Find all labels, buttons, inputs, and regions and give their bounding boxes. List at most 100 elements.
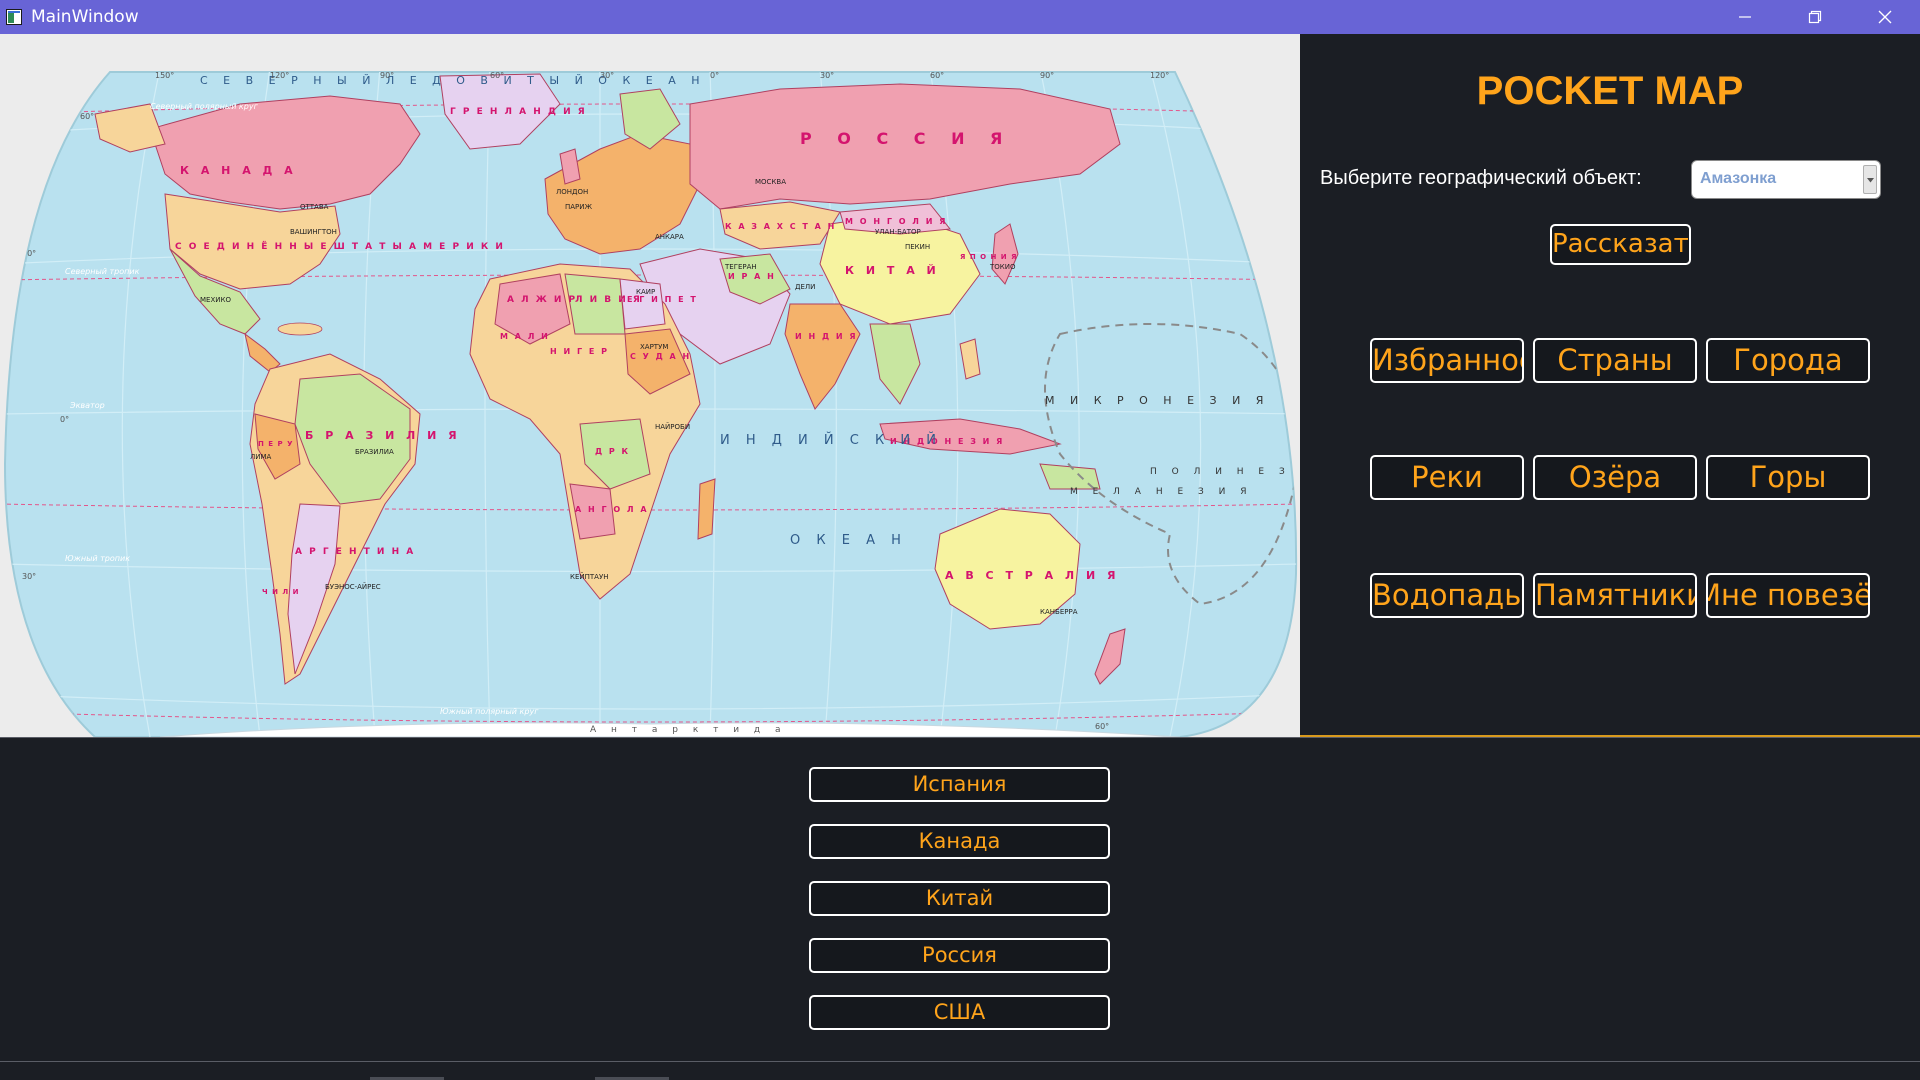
- label-cairo: КАИР: [636, 288, 655, 296]
- label-russia: Р О С С И Я: [800, 129, 1012, 148]
- label-nairobi: НАЙРОБИ: [655, 422, 690, 431]
- results-list-panel: Испания Канада Китай Россия США: [0, 737, 1920, 1062]
- label-cape-town: КЕЙПТАУН: [570, 572, 609, 581]
- world-map-view[interactable]: К А Н А Д А С О Е Д И Н Ё Н Н Ы Е Ш Т А …: [0, 34, 1300, 737]
- label-lat-0: 0°: [60, 415, 69, 424]
- label-egypt: Е Г И П Е Т: [627, 295, 698, 304]
- label-lat-60s: 60°: [1095, 722, 1109, 731]
- label-lon-1: 150°: [155, 71, 174, 80]
- label-brazil: Б Р А З И Л И Я: [305, 429, 461, 442]
- label-paris: ПАРИЖ: [565, 203, 593, 211]
- label-japan: Я П О Н И Я: [960, 253, 1018, 261]
- geo-object-select-value: Амазонка: [1700, 170, 1777, 187]
- label-lon-8: 60°: [930, 71, 944, 80]
- political-world-map-image: К А Н А Д А С О Е Д И Н Ё Н Н Ы Е Ш Т А …: [3, 71, 1300, 737]
- label-india: И Н Д И Я: [795, 332, 858, 341]
- label-ottawa: ОТТАВА: [300, 203, 329, 211]
- window-titlebar[interactable]: MainWindow: [0, 0, 1920, 34]
- maximize-button[interactable]: [1780, 0, 1850, 34]
- app-window-icon: [6, 9, 22, 25]
- tell-button[interactable]: Рассказать: [1550, 224, 1691, 265]
- label-tropic-north: Северный тропик: [65, 267, 140, 276]
- label-beijing: ПЕКИН: [905, 243, 930, 251]
- label-moscow: МОСКВА: [755, 178, 786, 186]
- status-bar: [0, 1062, 1920, 1080]
- label-lon-3: 90°: [380, 71, 394, 80]
- label-chile: Ч И Л И: [262, 588, 300, 596]
- list-item-china[interactable]: Китай: [809, 881, 1110, 916]
- label-antarctic-circle: Южный полярный круг: [440, 707, 539, 716]
- label-angola: А Н Г О Л А: [575, 505, 649, 514]
- geo-object-select[interactable]: Амазонка: [1691, 160, 1881, 199]
- label-sudan: С У Д А Н: [630, 352, 691, 361]
- list-item-canada[interactable]: Канада: [809, 824, 1110, 859]
- label-lon-5: 30°: [600, 71, 614, 80]
- favorites-button[interactable]: Избранное: [1370, 338, 1524, 383]
- mountains-button[interactable]: Горы: [1706, 455, 1870, 500]
- label-tehran: ТЕГЕРАН: [724, 263, 757, 271]
- label-canberra: КАНБЕРРА: [1040, 608, 1078, 616]
- label-drc: Д Р К: [595, 447, 630, 456]
- minimize-icon: [1739, 16, 1751, 18]
- label-lon-4: 60°: [490, 71, 504, 80]
- waterfalls-button[interactable]: Водопады: [1370, 573, 1524, 618]
- label-lon-7: 30°: [820, 71, 834, 80]
- label-buenos-aires: БУЭНОС-АЙРЕС: [325, 582, 381, 591]
- label-indian-ocean: И Н Д И Й С К И Й: [720, 432, 942, 448]
- label-greenland: Г Р Е Н Л А Н Д И Я: [450, 107, 587, 117]
- maximize-icon: [1808, 10, 1822, 24]
- label-brasilia: БРАЗИЛИА: [355, 448, 394, 456]
- label-argentina: А Р Г Е Н Т И Н А: [295, 547, 415, 557]
- control-panel: POCKET MAP Выберите географический объек…: [1300, 34, 1920, 738]
- label-lon-6: 0°: [710, 71, 719, 80]
- madagascar-shape: [697, 478, 716, 540]
- minimize-button[interactable]: [1710, 0, 1780, 34]
- lakes-button[interactable]: Озёра: [1533, 455, 1697, 500]
- label-london: ЛОНДОН: [556, 188, 588, 196]
- monuments-button[interactable]: Памятники: [1533, 573, 1697, 618]
- label-mali: М А Л И: [500, 332, 550, 341]
- label-china: К И Т А Й: [845, 264, 940, 277]
- label-canada: К А Н А Д А: [180, 164, 297, 177]
- label-delhi: ДЕЛИ: [795, 283, 815, 291]
- label-micronesia: М И К Р О Н Е З И Я: [1045, 394, 1269, 407]
- label-polynesia: П О Л И Н Е З И Я: [1150, 467, 1300, 477]
- countries-button[interactable]: Страны: [1533, 338, 1697, 383]
- label-lat-30s: 30°: [22, 572, 36, 581]
- rivers-button[interactable]: Реки: [1370, 455, 1524, 500]
- label-ankara: АНКАРА: [655, 233, 684, 241]
- dropdown-arrow-button[interactable]: [1863, 165, 1877, 194]
- label-tropic-south: Южный тропик: [65, 554, 130, 563]
- label-mongolia: М О Н Г О Л И Я: [845, 217, 947, 226]
- label-arctic-circle: Северный полярный круг: [150, 102, 259, 111]
- cities-button[interactable]: Города: [1706, 338, 1870, 383]
- label-niger: Н И Г Е Р: [550, 347, 609, 356]
- app-title: POCKET MAP: [1476, 69, 1744, 113]
- label-washington: ВАШИНГТОН: [290, 228, 337, 236]
- label-lima: ЛИМА: [250, 453, 272, 461]
- label-khartoum: ХАРТУМ: [640, 343, 668, 351]
- window-title: MainWindow: [31, 7, 139, 27]
- list-item-usa[interactable]: США: [809, 995, 1110, 1030]
- label-lon-10: 120°: [1150, 71, 1169, 80]
- close-icon: [1878, 10, 1892, 24]
- label-lon-9: 90°: [1040, 71, 1054, 80]
- list-item-spain[interactable]: Испания: [809, 767, 1110, 802]
- label-algeria: А Л Ж И Р: [507, 295, 577, 305]
- select-label: Выберите географический объект:: [1320, 167, 1642, 189]
- label-melanesia: М Е Л А Н Е З И Я: [1070, 487, 1252, 497]
- label-equator: Экватор: [69, 401, 105, 410]
- label-australia: А В С Т Р А Л И Я: [945, 569, 1120, 582]
- close-button[interactable]: [1850, 0, 1920, 34]
- chevron-down-icon: [1867, 178, 1874, 183]
- label-mexico-city: МЕХИКО: [200, 296, 231, 304]
- label-peru: П Е Р У: [258, 440, 293, 448]
- label-lat-60n: 60°: [80, 112, 94, 121]
- list-item-russia[interactable]: Россия: [809, 938, 1110, 973]
- label-kazakhstan: К А З А Х С Т А Н: [725, 222, 836, 231]
- label-indian-ocean-2: О К Е А Н: [790, 533, 907, 548]
- label-usa: С О Е Д И Н Ё Н Н Ы Е Ш Т А Т Ы А М Е Р …: [175, 241, 505, 252]
- label-antarctica: А н т а р к т и д а: [590, 725, 787, 735]
- feeling-lucky-button[interactable]: Мне повезёт: [1706, 573, 1870, 618]
- label-lat-30n: 30°: [22, 249, 36, 258]
